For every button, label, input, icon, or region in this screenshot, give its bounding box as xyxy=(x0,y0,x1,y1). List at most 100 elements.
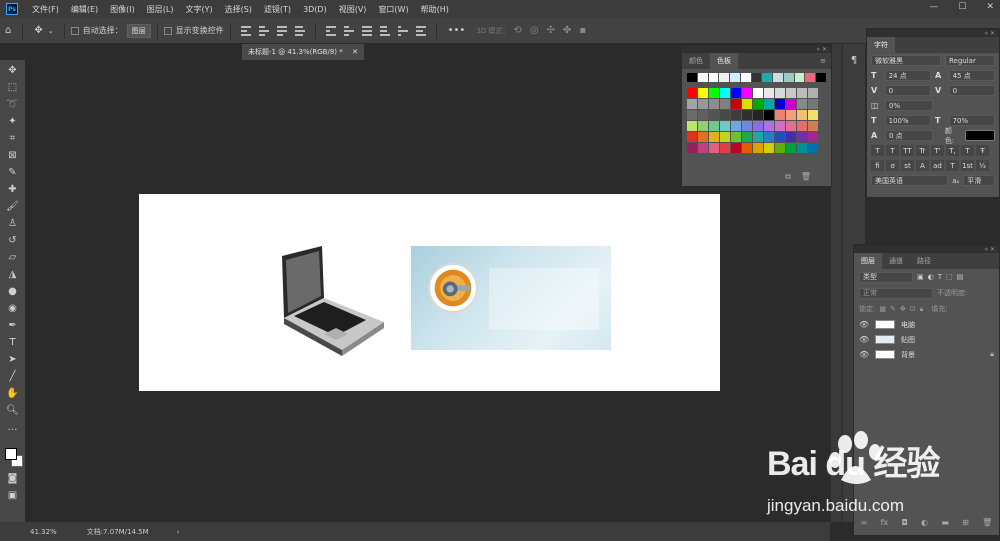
foreground-color[interactable] xyxy=(4,448,17,460)
filter-adjustment-icon[interactable]: ◐ xyxy=(928,273,934,281)
tracking-field[interactable]: 0 xyxy=(948,85,995,96)
blend-mode-select[interactable]: 正常 xyxy=(859,287,933,299)
zoom-level[interactable]: 41.32% xyxy=(30,528,57,536)
zoom-tool-icon[interactable]: 🔍︎ xyxy=(2,402,24,419)
swatch[interactable] xyxy=(816,73,826,82)
swatch[interactable] xyxy=(797,121,807,131)
lock-position-icon[interactable]: ✥ xyxy=(900,305,906,313)
pen-tool-icon[interactable]: ✒ xyxy=(2,317,24,334)
swatch[interactable] xyxy=(720,132,730,142)
opentype-button[interactable]: st xyxy=(901,160,914,171)
swatch[interactable] xyxy=(753,88,763,98)
font-style-select[interactable]: Regular xyxy=(945,55,995,66)
swatch[interactable] xyxy=(764,132,774,142)
swatch[interactable] xyxy=(753,132,763,142)
menu-image[interactable]: 图像(I) xyxy=(104,4,141,15)
swatch[interactable] xyxy=(720,143,730,153)
format-button[interactable]: Tr xyxy=(916,145,929,156)
anti-alias-select[interactable]: 平滑 xyxy=(963,175,995,186)
swatch[interactable] xyxy=(773,73,783,82)
move-tool-icon[interactable]: ✥ xyxy=(2,62,24,79)
swatch[interactable] xyxy=(786,143,796,153)
line-tool-icon[interactable]: ╱ xyxy=(2,368,24,385)
menu-file[interactable]: 文件(F) xyxy=(26,4,65,15)
paragraph-panel-icon[interactable]: ¶ xyxy=(843,52,865,69)
frame-tool-icon[interactable]: ⊠ xyxy=(2,147,24,164)
more-tools-icon[interactable]: … xyxy=(2,419,24,436)
swatch[interactable] xyxy=(786,132,796,142)
swatch[interactable] xyxy=(775,143,785,153)
opentype-button[interactable]: fi xyxy=(871,160,884,171)
minimize-button[interactable]: — xyxy=(929,2,938,12)
swatch[interactable] xyxy=(687,110,697,120)
type-tool-icon[interactable]: T xyxy=(2,334,24,351)
tab-color[interactable]: 颜色 xyxy=(682,53,710,69)
opentype-button[interactable]: ½ xyxy=(976,160,989,171)
swatch[interactable] xyxy=(698,110,708,120)
align-top-icon[interactable] xyxy=(240,25,251,36)
menu-window[interactable]: 窗口(W) xyxy=(372,4,414,15)
layer-row[interactable]: 👁︎ 电脑 xyxy=(854,317,999,332)
menu-view[interactable]: 视图(V) xyxy=(333,4,373,15)
auto-select-checkbox[interactable] xyxy=(70,26,79,35)
swatch[interactable] xyxy=(731,99,741,109)
tab-channels[interactable]: 通道 xyxy=(882,253,910,269)
swatch[interactable] xyxy=(709,121,719,131)
show-transform-checkbox[interactable] xyxy=(163,26,172,35)
format-button[interactable]: T, xyxy=(946,145,959,156)
swatch[interactable] xyxy=(775,88,785,98)
swatch[interactable] xyxy=(753,110,763,120)
format-button[interactable]: T xyxy=(961,145,974,156)
swatch[interactable] xyxy=(740,73,751,82)
layers-footer-icon[interactable]: 🗑 xyxy=(982,518,992,527)
3d-pan-icon[interactable]: ✣ xyxy=(547,25,555,36)
panel-collapse-handle[interactable]: « ✕ xyxy=(867,29,999,37)
swatch[interactable] xyxy=(783,73,794,82)
tab-swatches[interactable]: 色板 xyxy=(710,53,738,69)
opentype-button[interactable]: ơ xyxy=(886,160,899,171)
swatch[interactable] xyxy=(764,110,774,120)
clone-stamp-tool-icon[interactable]: ♙ xyxy=(2,215,24,232)
swatch[interactable] xyxy=(720,121,730,131)
hand-tool-icon[interactable]: ✋ xyxy=(2,385,24,402)
format-button[interactable]: T xyxy=(886,145,899,156)
swatch[interactable] xyxy=(742,143,752,153)
crop-tool-icon[interactable]: ⌗ xyxy=(2,130,24,147)
marquee-tool-icon[interactable]: ⬚ xyxy=(2,79,24,96)
format-button[interactable]: T xyxy=(871,145,884,156)
screen-mode-icon[interactable]: ▣ xyxy=(2,487,24,504)
swatch[interactable] xyxy=(709,143,719,153)
swatch[interactable] xyxy=(764,88,774,98)
swatch[interactable] xyxy=(786,88,796,98)
eraser-tool-icon[interactable]: ▱ xyxy=(2,249,24,266)
menu-layer[interactable]: 图层(L) xyxy=(141,4,180,15)
magic-wand-tool-icon[interactable]: ✦ xyxy=(2,113,24,130)
swatch[interactable] xyxy=(797,88,807,98)
filter-smart-icon[interactable]: ▤ xyxy=(957,273,964,281)
swatch[interactable] xyxy=(805,73,816,82)
font-family-select[interactable]: 微软雅黑 xyxy=(871,55,941,66)
swatch[interactable] xyxy=(786,121,796,131)
font-size-field[interactable]: 24 点 xyxy=(884,70,931,81)
tab-paths[interactable]: 路径 xyxy=(910,253,938,269)
menu-select[interactable]: 选择(S) xyxy=(219,4,258,15)
swatch[interactable] xyxy=(753,99,763,109)
layer-row[interactable]: 👁︎ 贴图 xyxy=(854,332,999,347)
foreground-background-swatch[interactable] xyxy=(2,446,24,470)
swatch[interactable] xyxy=(687,143,697,153)
swatch[interactable] xyxy=(708,73,719,82)
tab-character[interactable]: 字符 xyxy=(867,37,895,53)
close-window-button[interactable]: ✕ xyxy=(986,2,994,12)
distribute-left-icon[interactable] xyxy=(379,25,390,36)
swatch[interactable] xyxy=(687,121,697,131)
menu-help[interactable]: 帮助(H) xyxy=(415,4,455,15)
language-select[interactable]: 美国英语 xyxy=(871,175,949,186)
swatch[interactable] xyxy=(753,143,763,153)
swatch[interactable] xyxy=(697,73,708,82)
swatch[interactable] xyxy=(731,110,741,120)
distribute-right-icon[interactable] xyxy=(415,25,426,36)
opentype-button[interactable]: A xyxy=(916,160,929,171)
swatch[interactable] xyxy=(764,99,774,109)
swatch[interactable] xyxy=(794,73,805,82)
eye-icon[interactable]: 👁︎ xyxy=(859,350,869,359)
